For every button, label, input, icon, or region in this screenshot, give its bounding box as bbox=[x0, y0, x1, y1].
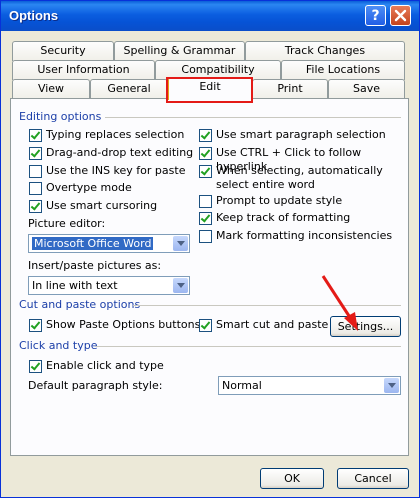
checkbox-box[interactable] bbox=[29, 165, 42, 178]
picture-editor-value: Microsoft Office Word bbox=[32, 237, 154, 250]
checkbox-label: Mark formatting inconsistencies bbox=[216, 229, 393, 242]
checkbox-label: Show Paste Options buttons bbox=[46, 318, 201, 331]
insert-paste-select[interactable]: In line with text bbox=[28, 276, 190, 295]
checkbox-box[interactable] bbox=[199, 129, 212, 142]
tab-spelling-grammar[interactable]: Spelling & Grammar bbox=[114, 41, 245, 61]
checkbox-label: Use the INS key for paste bbox=[46, 164, 186, 177]
window-title: Options bbox=[9, 8, 59, 23]
checkbox-label: Prompt to update style bbox=[216, 194, 343, 207]
insert-paste-label: Insert/paste pictures as: bbox=[28, 259, 162, 272]
checkbox-box[interactable] bbox=[29, 182, 42, 195]
typing-replaces-selection-checkbox[interactable]: Typing replaces selection bbox=[29, 128, 184, 142]
select-entire-word-checkbox[interactable]: When selecting, automatically select ent… bbox=[199, 164, 399, 192]
tab-general[interactable]: General bbox=[90, 79, 168, 99]
default-style-value: Normal bbox=[222, 379, 262, 392]
show-paste-options-checkbox[interactable]: Show Paste Options buttons bbox=[29, 318, 200, 332]
checkbox-label: Keep track of formatting bbox=[216, 211, 351, 224]
checkbox-label: Use smart paragraph selection bbox=[216, 128, 386, 141]
checkbox-label: Use smart cursoring bbox=[46, 199, 158, 212]
chevron-down-icon[interactable] bbox=[384, 378, 399, 393]
tab-security[interactable]: Security bbox=[12, 41, 114, 61]
click-type-title: Click and type bbox=[19, 339, 98, 352]
picture-editor-label: Picture editor: bbox=[28, 217, 106, 230]
title-bar[interactable]: Options ? bbox=[1, 1, 419, 31]
tab-save[interactable]: Save bbox=[328, 79, 405, 99]
prompt-update-style-checkbox[interactable]: Prompt to update style bbox=[199, 194, 342, 208]
close-icon bbox=[394, 9, 407, 22]
divider bbox=[133, 305, 401, 306]
editing-options-title: Editing options bbox=[19, 110, 102, 123]
default-style-label: Default paragraph style: bbox=[28, 379, 163, 392]
overtype-mode-checkbox[interactable]: Overtype mode bbox=[29, 181, 132, 195]
drag-drop-text-editing-checkbox[interactable]: Drag-and-drop text editing bbox=[29, 146, 193, 160]
ok-button[interactable]: OK bbox=[260, 468, 324, 489]
checkbox-box[interactable] bbox=[29, 360, 42, 373]
cancel-button[interactable]: Cancel bbox=[337, 468, 409, 489]
checkbox-label: Overtype mode bbox=[46, 181, 132, 194]
picture-editor-select[interactable]: Microsoft Office Word bbox=[28, 234, 190, 253]
divider bbox=[95, 346, 401, 347]
checkbox-label: Enable click and type bbox=[46, 359, 164, 372]
default-style-select[interactable]: Normal bbox=[218, 376, 401, 395]
enable-click-type-checkbox[interactable]: Enable click and type bbox=[29, 359, 164, 373]
help-button[interactable]: ? bbox=[365, 5, 386, 26]
settings-button[interactable]: Settings... bbox=[330, 316, 401, 337]
keep-track-formatting-checkbox[interactable]: Keep track of formatting bbox=[199, 211, 350, 225]
chevron-down-icon[interactable] bbox=[173, 236, 188, 251]
checkbox-box[interactable] bbox=[29, 200, 42, 213]
divider bbox=[105, 117, 401, 118]
close-button[interactable] bbox=[390, 5, 411, 26]
tab-view[interactable]: View bbox=[12, 79, 90, 99]
chevron-down-icon[interactable] bbox=[173, 278, 188, 293]
checkbox-box[interactable] bbox=[29, 147, 42, 160]
smart-cut-paste-checkbox[interactable]: Smart cut and paste bbox=[199, 318, 328, 332]
checkbox-box[interactable] bbox=[29, 129, 42, 142]
checkbox-box[interactable] bbox=[199, 147, 212, 160]
checkbox-box[interactable] bbox=[199, 195, 212, 208]
tab-print[interactable]: Print bbox=[252, 79, 328, 99]
checkbox-box[interactable] bbox=[199, 212, 212, 225]
options-dialog: Options ? Security Spelling & Grammar Tr… bbox=[0, 0, 420, 498]
insert-paste-value: In line with text bbox=[32, 279, 118, 292]
mark-formatting-inconsistencies-checkbox[interactable]: Mark formatting inconsistencies bbox=[199, 229, 392, 243]
cut-paste-title: Cut and paste options bbox=[19, 298, 141, 311]
tab-file-locations[interactable]: File Locations bbox=[281, 60, 405, 80]
smart-cursoring-checkbox[interactable]: Use smart cursoring bbox=[29, 199, 157, 213]
checkbox-box[interactable] bbox=[199, 230, 212, 243]
help-icon: ? bbox=[371, 8, 380, 24]
checkbox-label: Smart cut and paste bbox=[216, 318, 329, 331]
checkbox-label: Typing replaces selection bbox=[46, 128, 185, 141]
edit-tab-highlight bbox=[166, 77, 253, 103]
checkbox-box[interactable] bbox=[199, 165, 212, 178]
checkbox-label: When selecting, automatically select ent… bbox=[216, 164, 383, 191]
checkbox-label: Drag-and-drop text editing bbox=[46, 146, 194, 159]
checkbox-box[interactable] bbox=[29, 319, 42, 332]
edit-tab-panel: Editing options Typing replaces selectio… bbox=[10, 98, 409, 456]
use-ins-key-checkbox[interactable]: Use the INS key for paste bbox=[29, 164, 185, 178]
tab-user-information[interactable]: User Information bbox=[12, 60, 155, 80]
tab-track-changes[interactable]: Track Changes bbox=[245, 41, 405, 61]
smart-paragraph-selection-checkbox[interactable]: Use smart paragraph selection bbox=[199, 128, 386, 142]
checkbox-box[interactable] bbox=[199, 319, 212, 332]
